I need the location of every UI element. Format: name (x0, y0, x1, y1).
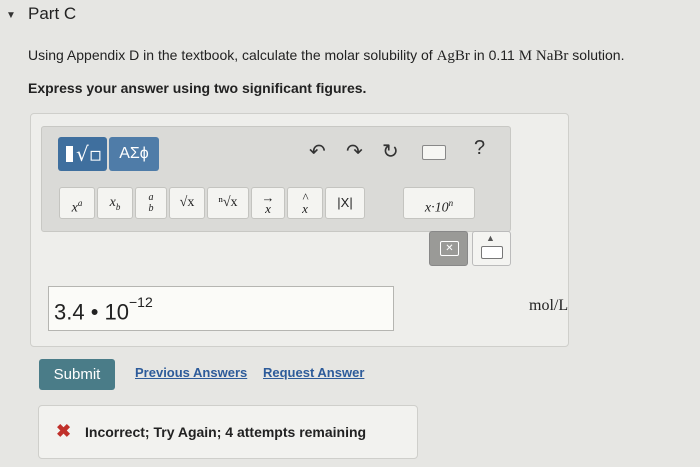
incorrect-x-icon: ✖ (56, 421, 72, 441)
redo-icon[interactable]: ↷ (346, 139, 363, 163)
templates-button[interactable]: √▫ (58, 137, 107, 171)
feedback-message: Incorrect; Try Again; 4 attempts remaini… (85, 424, 367, 440)
undo-icon[interactable]: ↶ (309, 139, 326, 163)
scientific-notation-button[interactable]: x·10n (403, 187, 475, 219)
feedback-box: ✖ Incorrect; Try Again; 4 attempts remai… (38, 405, 418, 459)
backspace-icon: ✕ (440, 241, 459, 256)
delete-button[interactable]: ✕ (429, 231, 468, 266)
answer-units: mol/L (529, 297, 569, 314)
reset-icon[interactable]: ↻ (382, 139, 399, 163)
question-text: Using Appendix D in the textbook, calcul… (28, 47, 625, 64)
nth-root-button[interactable]: ⁿ√x (207, 187, 249, 219)
template-block-icon (66, 146, 73, 162)
square-root-button[interactable]: √x (169, 187, 205, 219)
answer-exponent: −12 (128, 294, 153, 310)
instruction-text: Express your answer using two significan… (28, 80, 367, 96)
absolute-value-button[interactable]: |X| (325, 187, 365, 219)
part-title: Part C (28, 4, 77, 23)
request-answer-link[interactable]: Request Answer (263, 365, 364, 380)
chevron-up-icon: ▲ (486, 233, 495, 243)
sqrt-template-icon: √▫ (76, 142, 103, 166)
keyboard-shortcuts-icon[interactable] (422, 145, 446, 160)
unit-vector-button[interactable]: ^ x (287, 187, 323, 219)
collapse-triangle-icon[interactable]: ▼ (6, 10, 16, 21)
math-toolbar: √▫ ΑΣϕ ↶ ↷ ↻ ? xa xb ab √x ⁿ√x → x ^ x |X|… (41, 126, 511, 232)
superscript-button[interactable]: xa (59, 187, 95, 219)
keyboard-icon (481, 246, 503, 259)
greek-symbols-button[interactable]: ΑΣϕ (109, 137, 159, 171)
submit-button[interactable]: Submit (39, 359, 115, 390)
compound-agbr: AgBr (436, 48, 470, 64)
fraction-button[interactable]: ab (135, 187, 167, 219)
answer-input[interactable]: 3.4 • 10−12 (48, 286, 394, 331)
solvent-nabr: NaBr (535, 48, 569, 64)
keyboard-toggle-button[interactable]: ▲ (472, 231, 511, 266)
vector-button[interactable]: → x (251, 187, 285, 219)
subscript-button[interactable]: xb (97, 187, 133, 219)
molarity-unit: M (518, 48, 533, 64)
answer-panel: √▫ ΑΣϕ ↶ ↷ ↻ ? xa xb ab √x ⁿ√x → x ^ x |X|… (30, 113, 569, 347)
answer-value: 3.4 • 10 (54, 299, 129, 325)
help-button[interactable]: ? (474, 137, 485, 160)
previous-answers-link[interactable]: Previous Answers (135, 365, 247, 380)
